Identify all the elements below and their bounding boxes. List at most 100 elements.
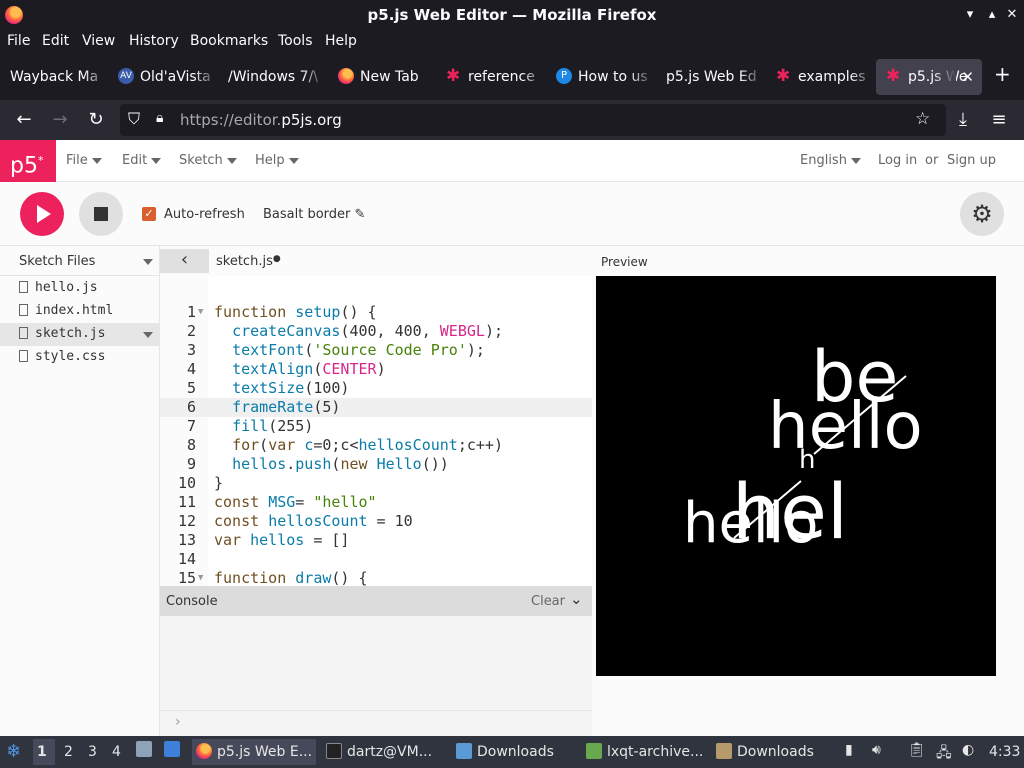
menu-view[interactable]: View (82, 33, 115, 49)
show-desktop-icon[interactable] (164, 741, 180, 757)
file-manager-icon[interactable] (136, 741, 152, 757)
code-line[interactable]: 4 textAlign(CENTER) (160, 360, 592, 379)
window-title: p5.js Web Editor — Mozilla Firefox (367, 6, 657, 24)
battery-icon[interactable]: ▮ (845, 742, 853, 758)
network-icon[interactable]: 🖧 (936, 742, 952, 766)
code-line[interactable]: 1 ▼ function setup() { (160, 303, 592, 322)
fold-icon[interactable]: ▼ (198, 569, 203, 586)
code-line[interactable]: 8 for(var c=0;c<hellosCount;c++) (160, 436, 592, 455)
file-item-style-css[interactable]: style.css (0, 346, 160, 369)
open-file-tab[interactable]: sketch.js● (216, 254, 281, 269)
file-options-icon[interactable] (143, 332, 153, 338)
reload-icon[interactable]: ↻ (85, 109, 107, 131)
tab-howto[interactable]: P How to us (546, 59, 654, 95)
bookmark-star-icon[interactable]: ☆ (915, 109, 930, 129)
file-item-index-html[interactable]: index.html (0, 300, 160, 323)
archive-icon (586, 742, 602, 759)
taskbar-item-downloads-2[interactable]: Downloads (712, 739, 836, 765)
taskbar-item-terminal[interactable]: dartz@VM... (322, 739, 446, 765)
menu-file[interactable]: File (7, 33, 30, 49)
collapse-sidebar-chevron-icon[interactable]: ‹ (160, 249, 209, 273)
browser-menubar: File Edit View History Bookmarks Tools H… (0, 30, 1024, 54)
sketch-preview-canvas[interactable]: be hello h hel hello (596, 276, 996, 676)
tab-p5-editor[interactable]: p5.js Web Ed (656, 59, 764, 95)
back-arrow-icon[interactable]: ← (13, 109, 35, 131)
code-line[interactable]: 13 var hellos = [] (160, 531, 592, 550)
file-item-hello-js[interactable]: hello.js (0, 277, 160, 300)
tab-windows7[interactable]: /Windows 7/\ (218, 59, 326, 95)
tab-examples[interactable]: ✱ examples (766, 59, 874, 95)
file-item-sketch-js[interactable]: sketch.js (0, 323, 160, 346)
p5-menu-file[interactable]: File (66, 153, 102, 168)
lock-icon[interactable]: 🔒︎ (156, 110, 163, 126)
clipboard-icon[interactable]: 📋︎ (908, 742, 926, 758)
clock: 4:33 (989, 744, 1021, 760)
code-line[interactable]: 11 const MSG= "hello" (160, 493, 592, 512)
console-collapse-chevron-icon[interactable]: ⌄ (570, 590, 583, 608)
pencil-icon: ✎ (354, 207, 366, 222)
settings-gear-icon[interactable]: ⚙ (960, 192, 1004, 236)
code-editor[interactable]: 1 ▼ function setup() {2 createCanvas(400, … (160, 276, 592, 586)
p5-logo[interactable]: p5* (0, 140, 56, 182)
p5-menu-help[interactable]: Help (255, 153, 299, 168)
play-button[interactable] (20, 192, 64, 236)
p5-star-favicon-icon: ✱ (886, 65, 901, 86)
code-line[interactable]: 10} (160, 474, 592, 493)
console-input[interactable]: › (160, 710, 592, 736)
code-line[interactable]: 7 fill(255) (160, 417, 592, 436)
stop-button[interactable] (79, 192, 123, 236)
window-titlebar: p5.js Web Editor — Mozilla Firefox ▾ ▴ ✕ (0, 0, 1024, 30)
menu-history[interactable]: History (129, 33, 179, 49)
p5-menu-edit[interactable]: Edit (122, 153, 162, 168)
workspace-1[interactable]: 1 (33, 739, 55, 765)
volume-icon[interactable]: 🔊︎ (872, 742, 881, 758)
url-bar[interactable]: ⛉ 🔒︎ https://editor.p5js.org ☆ (120, 104, 946, 136)
shield-icon[interactable]: ⛉ (128, 109, 140, 129)
console-clear-button[interactable]: Clear (531, 594, 565, 609)
tab-newtab[interactable]: New Tab (328, 59, 436, 95)
fold-icon[interactable]: ▼ (198, 303, 203, 322)
hamburger-menu-icon[interactable]: ≡ (988, 109, 1010, 131)
workspace-4[interactable]: 4 (112, 744, 121, 760)
code-line[interactable]: 15 ▼ function draw() { (160, 569, 592, 586)
taskbar-item-downloads-1[interactable]: Downloads (452, 739, 576, 765)
code-line[interactable]: 5 textSize(100) (160, 379, 592, 398)
start-menu-icon[interactable]: ❄ (6, 741, 21, 762)
update-icon[interactable]: ◐ (962, 742, 974, 758)
auto-refresh-checkbox[interactable]: ✓ (142, 207, 156, 221)
taskbar-item-firefox[interactable]: p5.js Web E... (192, 739, 316, 765)
tab-p5-editor-active[interactable]: ✱ p5.js We ✕ (876, 59, 982, 95)
terminal-icon (326, 742, 342, 759)
workspace-2[interactable]: 2 (64, 744, 73, 760)
download-icon[interactable]: ⤓ (952, 109, 974, 131)
tab-wayback[interactable]: Wayback Ma (0, 59, 108, 95)
menu-edit[interactable]: Edit (42, 33, 69, 49)
code-line[interactable]: 2 createCanvas(400, 400, WEBGL); (160, 322, 592, 341)
code-line[interactable]: 9 hellos.push(new Hello()) (160, 455, 592, 474)
workspace-3[interactable]: 3 (88, 744, 97, 760)
tab-oldavista[interactable]: AV Old'aVista (108, 59, 218, 95)
minimize-icon[interactable]: ▾ (962, 7, 978, 23)
forward-arrow-icon[interactable]: → (49, 109, 71, 131)
p5-menu-sketch[interactable]: Sketch (179, 153, 237, 168)
code-line[interactable]: 14 (160, 550, 592, 569)
code-line[interactable]: 6 frameRate(5) (160, 398, 592, 417)
close-window-icon[interactable]: ✕ (1004, 7, 1020, 23)
code-line[interactable]: 3 textFont('Source Code Pro'); (160, 341, 592, 360)
new-tab-plus-icon[interactable]: + (994, 62, 1011, 86)
sketch-name[interactable]: Basalt border ✎ (263, 207, 365, 222)
maximize-icon[interactable]: ▴ (984, 7, 1000, 23)
code-text: } (214, 474, 224, 492)
menu-bookmarks[interactable]: Bookmarks (190, 33, 268, 49)
code-line[interactable]: 12 const hellosCount = 10 (160, 512, 592, 531)
taskbar-item-lxqt-archiver[interactable]: lxqt-archive... (582, 739, 706, 765)
tab-reference[interactable]: ✱ reference (436, 59, 546, 95)
line-number: 9 (186, 455, 196, 473)
close-tab-icon[interactable]: ✕ (961, 59, 974, 95)
signup-link[interactable]: Sign up (947, 153, 996, 168)
login-link[interactable]: Log in (878, 153, 917, 168)
language-select[interactable]: English (800, 153, 861, 168)
menu-help[interactable]: Help (325, 33, 357, 49)
chevron-down-icon[interactable] (143, 259, 153, 265)
menu-tools[interactable]: Tools (278, 33, 313, 49)
